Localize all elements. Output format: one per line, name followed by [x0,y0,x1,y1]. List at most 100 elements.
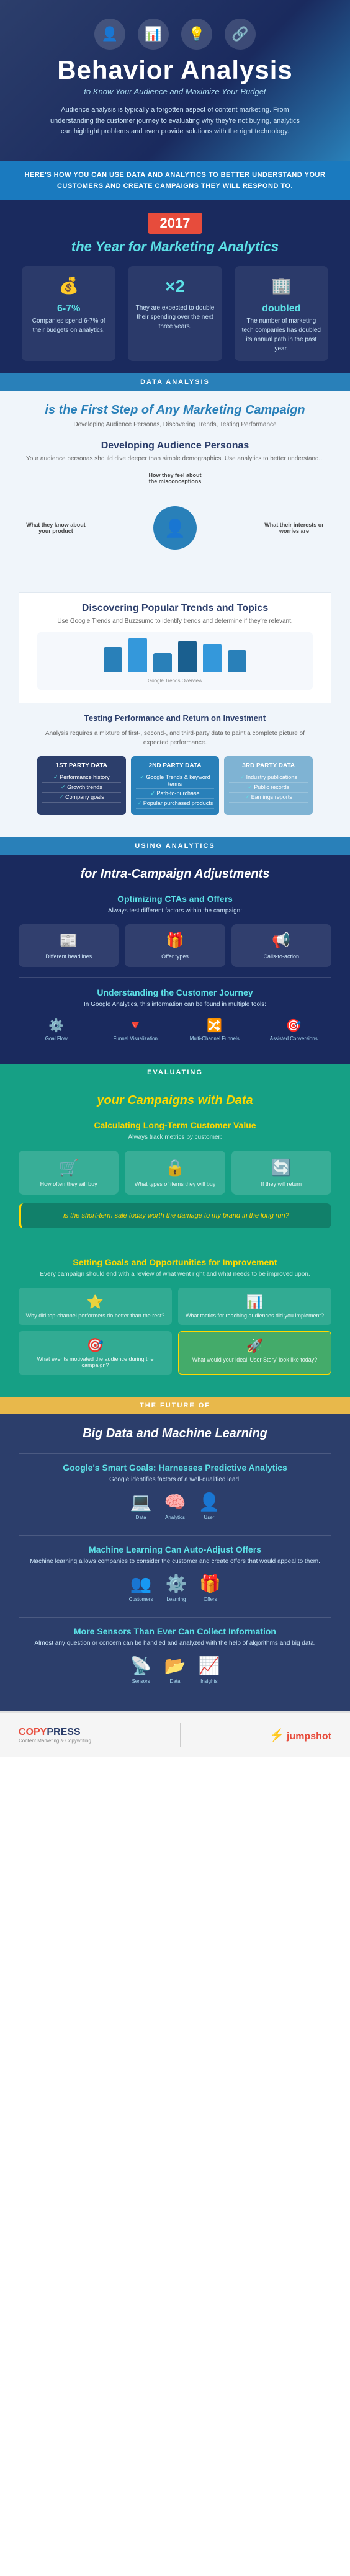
party-data-title: Testing Performance and Return on Invest… [37,713,313,723]
copypress-logo: COPYPRESS Content Marketing & Copywritin… [19,1727,91,1744]
ml-desc: Machine learning allows companies to con… [19,1557,331,1566]
cta-section: Optimizing CTAs and Offers Always test d… [19,884,331,977]
ml-customers: 👥 Customers [129,1574,153,1602]
goal-item-2: 📊 What tactics for reaching audiences di… [178,1288,331,1325]
data-label: Data [130,1515,152,1520]
double-icon: ×2 [134,274,215,300]
machine-learning-subsection: Machine Learning Can Auto-Adjust Offers … [19,1535,331,1617]
sensors-insights: 📈 Insights [198,1656,220,1684]
eval-headline: your Campaigns with Data [19,1094,331,1108]
cta-icon: 📢 [236,932,326,950]
sensors-data-icon: 📂 [164,1656,186,1676]
list-item: Industry publications [229,773,308,783]
using-analytics-section: for Intra-Campaign Adjustments Optimizin… [0,855,350,1064]
ua-headline: for Intra-Campaign Adjustments [19,867,331,881]
future-headline-text: Big Data and Machine Learning [83,1427,267,1440]
party-second-title: 2ND PARTY DATA [136,762,215,769]
hero-subtitle: to Know Your Audience and Maximize Your … [25,87,325,96]
goals-desc: Every campaign should end with a review … [19,1270,331,1279]
user-label: User [198,1515,220,1520]
goal3-label: What events motivated the audience durin… [25,1356,166,1368]
list-item: Company goals [42,793,121,803]
evaluating-tag: EVALUATING [0,1064,350,1081]
journey-title: Understanding the Customer Journey [19,987,331,997]
list-item: Path-to-purchase [136,789,215,799]
ml-offers-icon: 🎁 [199,1574,221,1594]
google-goals-title: Google's Smart Goals: Harnesses Predicti… [19,1463,331,1473]
trends-desc: Use Google Trends and Buzzsumo to identi… [37,617,313,626]
hero-icon-person: 👤 [94,19,125,50]
ltv-item-types: 🔒 What types of items they will buy [125,1151,225,1195]
user-icon: 👤 [198,1492,220,1512]
party-data-grid: 1ST PARTY DATA Performance history Growt… [37,756,313,815]
sensors-data: 📂 Data [164,1656,186,1684]
persona-label-top: How they feel about the misconceptions [144,472,206,484]
partner-icon: ⚡ [269,1729,285,1742]
funnel-icon: 🔻 [98,1018,174,1033]
assisted-label: Assisted Conversions [256,1036,332,1041]
future-tag: THE FUTURE OF [0,1397,350,1414]
year-stats: 💰 6-7% Companies spend 6-7% of their bud… [19,266,331,361]
sensor-icon: 📡 [130,1656,152,1676]
list-item: Growth trends [42,783,121,793]
year-headline: the Year for Marketing Analytics [19,239,331,255]
list-item: Performance history [42,773,121,783]
analytics-label: Analytics [164,1515,186,1520]
footer-partner: ⚡ jumpshot [269,1727,331,1743]
journey-item-multichannel: 🔀 Multi-Channel Funnels [177,1018,253,1041]
analytics-icon: 🧠 [164,1492,186,1512]
journey-section: Understanding the Customer Journey In Go… [19,977,331,1051]
evaluating-section: your Campaigns with Data Calculating Lon… [0,1081,350,1397]
trends-title: Discovering Popular Trends and Topics [37,603,313,614]
goal1-label: Why did top-channel performers do better… [25,1313,166,1319]
google-goals-desc: Google identifies factors of a well-qual… [19,1475,331,1484]
hero-title: Behavior Analysis [25,56,325,84]
persona-title: Developing Audience Personas [19,440,331,452]
stat-budget-value: 6-7% [28,301,109,316]
multichannel-icon: 🔀 [177,1018,253,1033]
future-section: Big Data and Machine Learning Google's S… [0,1414,350,1711]
assisted-icon: 🎯 [256,1018,332,1033]
learning-label: Learning [165,1597,187,1602]
goal2-label: What tactics for reaching audiences did … [184,1313,325,1319]
journey-item-funnel: 🔻 Funnel Visualization [98,1018,174,1041]
companies-icon: 🏢 [241,274,322,298]
intro-banner: HERE'S HOW YOU CAN USE DATA AND ANALYTIC… [0,161,350,200]
learning-icon: ⚙️ [165,1574,187,1594]
party-data-section: Testing Performance and Return on Invest… [19,703,331,825]
party-third-title: 3RD PARTY DATA [229,762,308,769]
logo-copy: COPY [19,1727,47,1737]
goal4-label: What would your ideal 'User Story' look … [185,1357,325,1363]
budget-icon: 💰 [28,274,109,298]
customers-label: Customers [129,1597,153,1602]
hero-icon-chart: 📊 [138,19,169,50]
hero-icon-bulb: 💡 [181,19,212,50]
cta-cta-label: Calls-to-action [236,953,326,960]
cta-item-headlines: 📰 Different headlines [19,924,119,967]
sensors-data-label: Data [164,1678,186,1684]
party-second-list: Google Trends & keyword terms Path-to-pu… [136,773,215,809]
hero-description: Audience analysis is typically a forgott… [45,105,305,138]
future-headline: Big Data and Machine Learning [19,1427,331,1441]
persona-center-icon: 👤 [153,506,197,550]
ml-title: Machine Learning Can Auto-Adjust Offers [19,1544,331,1554]
goals-title: Setting Goals and Opportunities for Impr… [19,1257,331,1267]
goal-item-1: ⭐ Why did top-channel performers do bett… [19,1288,172,1325]
sensors-visual: 📡 Sensors 📂 Data 📈 Insights [19,1656,331,1684]
ua-headline-text: for Intra-Campaign Adjustments [81,867,270,881]
ltv-items: 🛒 How often they will buy 🔒 What types o… [19,1151,331,1195]
using-analytics-tag: USING ANALYTICS [0,837,350,855]
stat-budget-text: Companies spend 6-7% of their budgets on… [28,316,109,335]
goalflow-icon: ⚙️ [19,1018,94,1033]
goal2-icon: 📊 [184,1294,325,1310]
goal-item-4: 🚀 What would your ideal 'User Story' loo… [178,1331,331,1375]
question-box: is the short-term sale today worth the d… [19,1203,331,1228]
cta-title: Optimizing CTAs and Offers [19,894,331,904]
da-headline: is the First Step of Any Marketing Campa… [19,403,331,417]
list-item: Popular purchased products [136,799,215,809]
ml-visual: 👥 Customers ⚙️ Learning 🎁 Offers [19,1574,331,1602]
customers-icon: 👥 [129,1574,153,1594]
cta-headlines-label: Different headlines [24,953,114,960]
google-goals-visual: 💻 Data 🧠 Analytics 👤 User [19,1492,331,1520]
google-goals-subsection: Google's Smart Goals: Harnesses Predicti… [19,1453,331,1535]
